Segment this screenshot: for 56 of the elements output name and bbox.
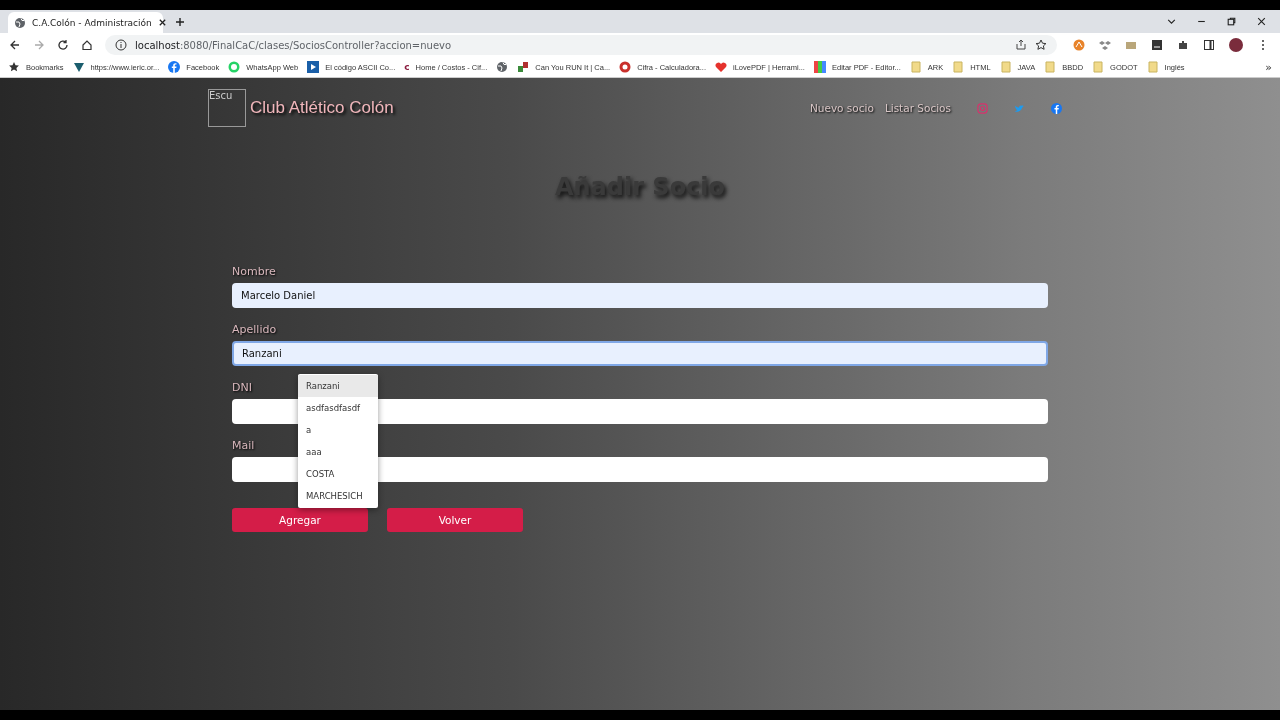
avatar-icon[interactable] [1229,38,1243,52]
reload-icon[interactable] [57,39,69,51]
puzzle-icon[interactable] [1177,39,1189,51]
extension-icon[interactable] [1151,39,1163,51]
field-label: Nombre [232,264,276,280]
tab-title: C.A.Colón - Administración [32,17,152,28]
folder-icon [909,61,922,73]
facebook-icon[interactable] [1051,102,1062,114]
grid-icon [813,61,826,73]
folder-icon [1044,61,1057,73]
site-title[interactable]: Club Atlético Colón [250,98,394,118]
folder-icon [952,61,965,73]
back-icon[interactable] [9,39,21,51]
field-label: DNI [232,380,252,396]
close-icon[interactable] [157,18,167,27]
form-button[interactable]: Volver [387,508,523,532]
play-icon [307,61,320,73]
home-icon[interactable] [81,39,93,51]
broken-image: Escu [208,89,246,127]
autocomplete-option[interactable]: asdfasdfasdf [298,397,378,419]
globe-icon [14,16,26,29]
folder-icon [1092,61,1105,73]
restore-icon[interactable] [1226,16,1237,27]
heart-icon [715,61,727,73]
info-icon [115,39,127,51]
new-tab-icon[interactable] [175,17,185,27]
input-field[interactable] [232,457,1048,482]
star-icon [8,61,20,73]
field-label: Mail [232,438,255,454]
autocomplete-option[interactable]: MARCHESICH [298,485,378,507]
share-icon[interactable] [1015,39,1027,51]
folder-icon [999,61,1012,73]
facebook-icon [168,61,181,73]
address-field[interactable]: localhost:8080/FinalCaC/clases/SociosController?accion=nuevo [105,35,1057,55]
more-bookmarks-button[interactable]: » [1265,60,1272,74]
input-field[interactable]: Marcelo Daniel [232,283,1048,308]
input-field[interactable]: Ranzani [232,341,1048,366]
autocomplete-option[interactable]: aaa [298,441,378,463]
field-label: Apellido [232,322,277,338]
bookmark-item[interactable] [496,61,509,73]
autocomplete-option[interactable]: a [298,419,378,441]
triangle-icon [72,61,85,73]
folder-icon [1146,61,1159,73]
side-panel-icon[interactable] [1203,39,1215,51]
close-icon[interactable] [1256,16,1267,27]
browser-tab[interactable]: C.A.Colón - Administración [8,12,163,33]
letter-icon: c [404,62,410,72]
calculator-icon [619,61,632,73]
autocomplete-option[interactable]: Ranzani [298,375,378,397]
form-button[interactable]: Agregar [232,508,368,532]
chat-bubble-icon [228,61,241,73]
globe-icon [496,61,509,73]
autocomplete-option[interactable]: COSTA [298,463,378,485]
input-field[interactable] [232,399,1048,424]
game-icon [517,61,530,73]
star-icon[interactable] [1035,39,1047,51]
